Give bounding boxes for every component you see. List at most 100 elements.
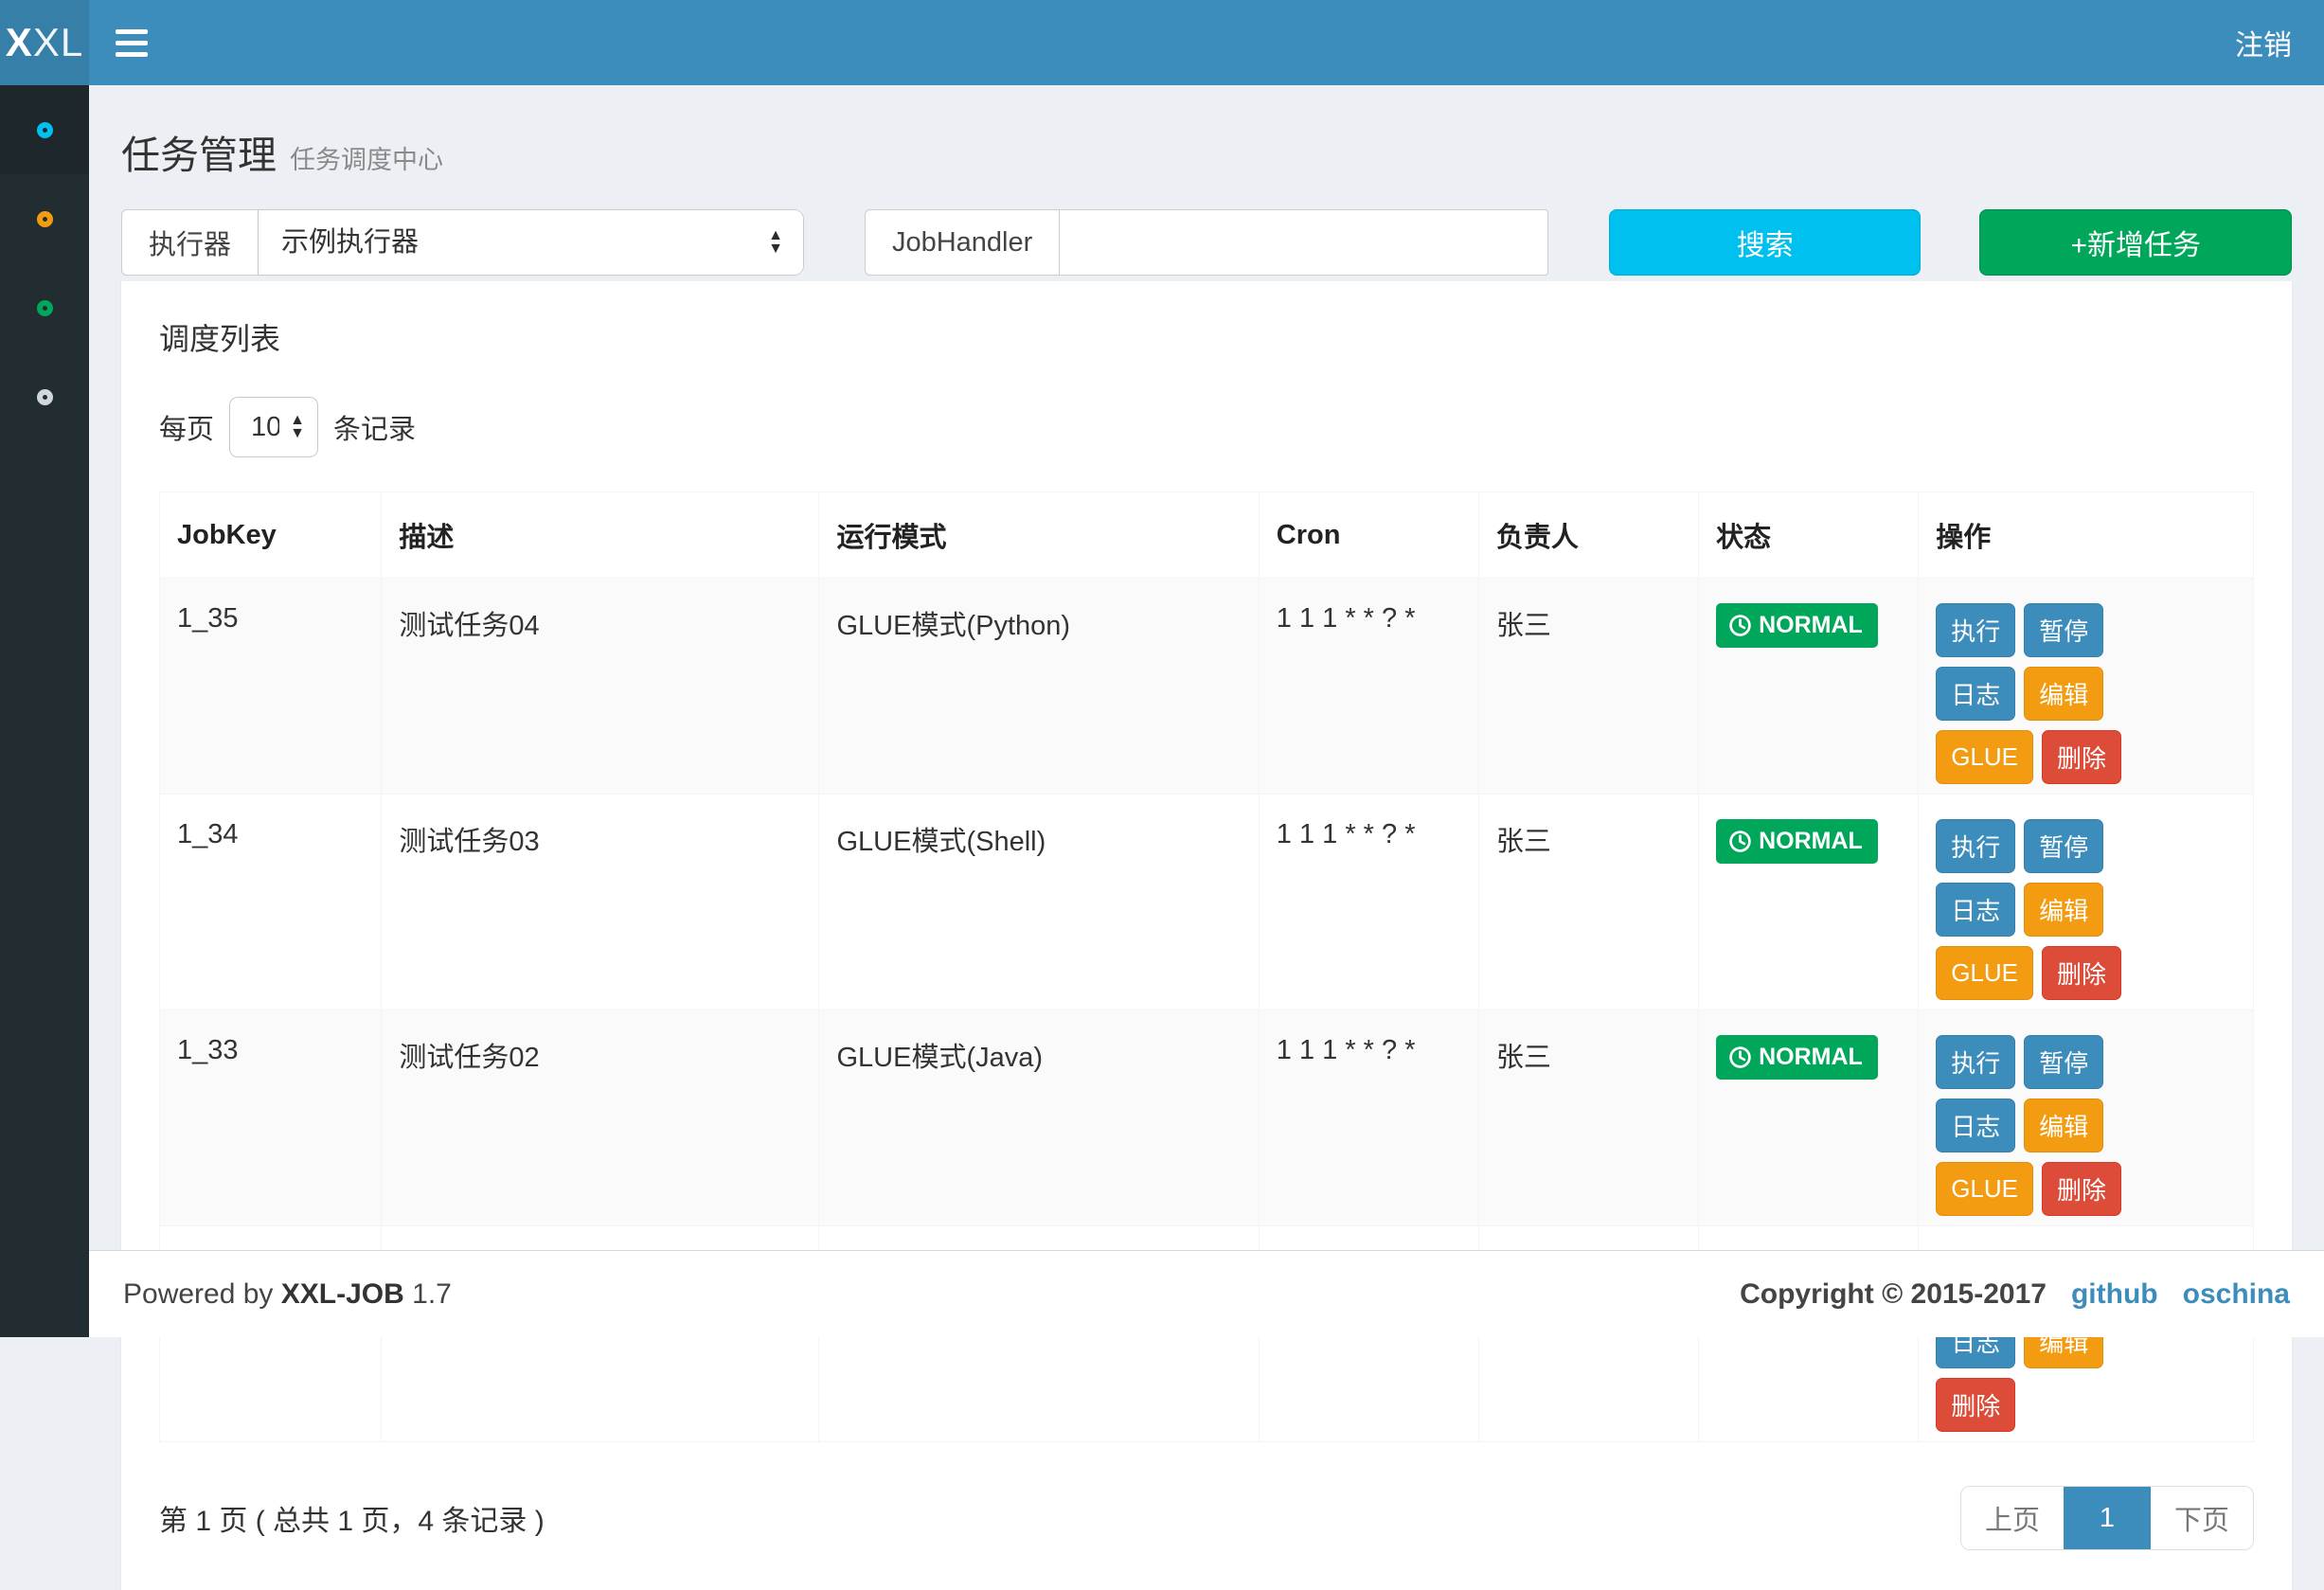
table-row: 1_33测试任务02GLUE模式(Java)1 1 1 * * ? *张三 NOR… (160, 1010, 2254, 1226)
pause-button[interactable]: 暂停 (2024, 819, 2103, 873)
glue-button[interactable]: GLUE (1936, 730, 2033, 784)
pager: 上页 1 下页 (1960, 1486, 2254, 1550)
glue-button[interactable]: GLUE (1936, 946, 2033, 1000)
cell-jobkey: 1_34 (160, 795, 382, 1010)
jobhandler-input[interactable] (1059, 209, 1548, 276)
pagination-info: 第 1 页 ( 总共 1 页，4 条记录 ) (159, 1497, 545, 1539)
delete-button[interactable]: 删除 (2042, 730, 2121, 784)
log-button[interactable]: 日志 (1936, 1099, 2015, 1152)
sidebar-item-item-3[interactable] (0, 263, 89, 352)
top-navbar: XXL 注销 (0, 0, 2324, 85)
executor-select[interactable]: 示例执行器 (258, 209, 804, 276)
delete-button[interactable]: 删除 (2042, 946, 2121, 1000)
cell-jobkey: 1_35 (160, 579, 382, 795)
jobhandler-filter-group: JobHandler (865, 209, 1548, 276)
executor-filter-group: 执行器 示例执行器 ▲▼ (121, 209, 804, 276)
run-button[interactable]: 执行 (1936, 1035, 2015, 1089)
schedule-list-panel: 调度列表 每页 10 ▲▼ 条记录 JobKey描述运行模式Cron负责人状态操… (121, 281, 2292, 1590)
cell-desc: 测试任务04 (382, 579, 819, 795)
table-header-cell: 运行模式 (819, 492, 1259, 579)
circle-outline-icon (37, 300, 53, 316)
status-label: NORMAL (1759, 612, 1863, 639)
action-buttons: 执行暂停日志编辑 GLUE删除 (1936, 603, 2174, 794)
table-header-row: JobKey描述运行模式Cron负责人状态操作 (160, 492, 2254, 579)
edit-button[interactable]: 编辑 (2024, 883, 2103, 937)
pause-button[interactable]: 暂停 (2024, 1035, 2103, 1089)
cell-cron: 1 1 1 * * ? * (1259, 579, 1478, 795)
edit-button[interactable]: 编辑 (2024, 1099, 2103, 1152)
table-row: 1_34测试任务03GLUE模式(Shell)1 1 1 * * ? *张三NO… (160, 795, 2254, 1010)
cell-actions: 执行暂停日志编辑 GLUE删除 (1919, 1010, 2254, 1226)
sidebar-item-item-2[interactable] (0, 174, 89, 263)
cell-desc: 测试任务03 (382, 795, 819, 1010)
page-title: 任务管理 (121, 123, 277, 180)
status-label: NORMAL (1759, 1044, 1863, 1071)
page-size-suffix: 条记录 (333, 407, 416, 447)
navbar-main: 注销 (89, 0, 2324, 85)
edit-button[interactable]: 编辑 (2024, 667, 2103, 721)
delete-button[interactable]: 删除 (2042, 1162, 2121, 1216)
add-job-button[interactable]: +新增任务 (1979, 209, 2292, 276)
glue-button[interactable]: GLUE (1936, 1162, 2033, 1216)
run-button[interactable]: 执行 (1936, 819, 2015, 873)
status-badge: NORMAL (1716, 1035, 1878, 1080)
current-page-button[interactable]: 1 (2064, 1487, 2151, 1549)
clock-icon (1728, 614, 1752, 637)
logo-rest: XL (33, 20, 83, 65)
powered-by-prefix: Powered by (123, 1278, 273, 1310)
cell-cron: 1 1 1 * * ? * (1259, 795, 1478, 1010)
sidebar-item-job-manage[interactable] (0, 85, 89, 174)
search-button[interactable]: 搜索 (1609, 209, 1922, 276)
main-content: 任务管理任务调度中心 执行器 示例执行器 ▲▼ JobHandler 搜索 +新… (89, 85, 2324, 1250)
pause-button[interactable]: 暂停 (2024, 603, 2103, 657)
action-buttons: 执行暂停日志编辑 GLUE删除 (1936, 819, 2174, 1009)
logo-bold: X (6, 20, 33, 65)
page-size-prefix: 每页 (159, 407, 214, 447)
circle-outline-icon (37, 122, 53, 138)
cell-mode: GLUE模式(Shell) (819, 795, 1259, 1010)
status-badge: NORMAL (1716, 819, 1878, 864)
app-logo[interactable]: XXL (0, 0, 89, 85)
table-header-cell: JobKey (160, 492, 382, 579)
hamburger-icon[interactable] (116, 9, 182, 76)
cell-mode: GLUE模式(Java) (819, 1010, 1259, 1226)
cell-owner: 张三 (1478, 579, 1698, 795)
clock-icon (1728, 830, 1752, 853)
powered-by: Powered by XXL-JOB 1.7 (123, 1278, 452, 1311)
cell-desc: 测试任务02 (382, 1010, 819, 1226)
prev-page-button[interactable]: 上页 (1961, 1487, 2064, 1549)
product-name: XXL-JOB (281, 1278, 404, 1310)
cell-actions: 执行暂停日志编辑 GLUE删除 (1919, 795, 2254, 1010)
sidebar (0, 85, 89, 1337)
status-badge: NORMAL (1716, 603, 1878, 648)
cell-owner: 张三 (1478, 1010, 1698, 1226)
copyright-text: Copyright © 2015-2017 (1740, 1278, 2047, 1311)
sidebar-item-item-4[interactable] (0, 352, 89, 441)
action-buttons: 执行暂停日志编辑 GLUE删除 (1936, 1035, 2174, 1225)
main-footer: Powered by XXL-JOB 1.7 Copyright © 2015-… (89, 1250, 2324, 1337)
run-button[interactable]: 执行 (1936, 603, 2015, 657)
cell-actions: 执行暂停日志编辑 GLUE删除 (1919, 579, 2254, 795)
content-header: 任务管理任务调度中心 (89, 85, 2324, 208)
table-row: 1_35测试任务04GLUE模式(Python)1 1 1 * * ? *张三 N… (160, 579, 2254, 795)
cell-cron: 1 1 1 * * ? * (1259, 1010, 1478, 1226)
page-size-select[interactable]: 10 (229, 397, 318, 457)
oschina-link[interactable]: oschina (2183, 1278, 2290, 1310)
logout-link[interactable]: 注销 (2235, 22, 2292, 63)
log-button[interactable]: 日志 (1936, 667, 2015, 721)
github-link[interactable]: github (2071, 1278, 2158, 1310)
log-button[interactable]: 日志 (1936, 883, 2015, 937)
delete-button[interactable]: 删除 (1936, 1378, 2015, 1432)
page-size-row: 每页 10 ▲▼ 条记录 (159, 397, 2254, 457)
pagination-row: 第 1 页 ( 总共 1 页，4 条记录 ) 上页 1 下页 (159, 1486, 2254, 1550)
cell-status: NORMAL (1699, 1010, 1919, 1226)
next-page-button[interactable]: 下页 (2151, 1487, 2253, 1549)
cell-status: NORMAL (1699, 579, 1919, 795)
table-header-cell: Cron (1259, 492, 1478, 579)
table-header-cell: 状态 (1699, 492, 1919, 579)
table-header-cell: 描述 (382, 492, 819, 579)
cell-jobkey: 1_33 (160, 1010, 382, 1226)
table-header-cell: 负责人 (1478, 492, 1698, 579)
cell-mode: GLUE模式(Python) (819, 579, 1259, 795)
page-subtitle: 任务调度中心 (290, 146, 443, 174)
